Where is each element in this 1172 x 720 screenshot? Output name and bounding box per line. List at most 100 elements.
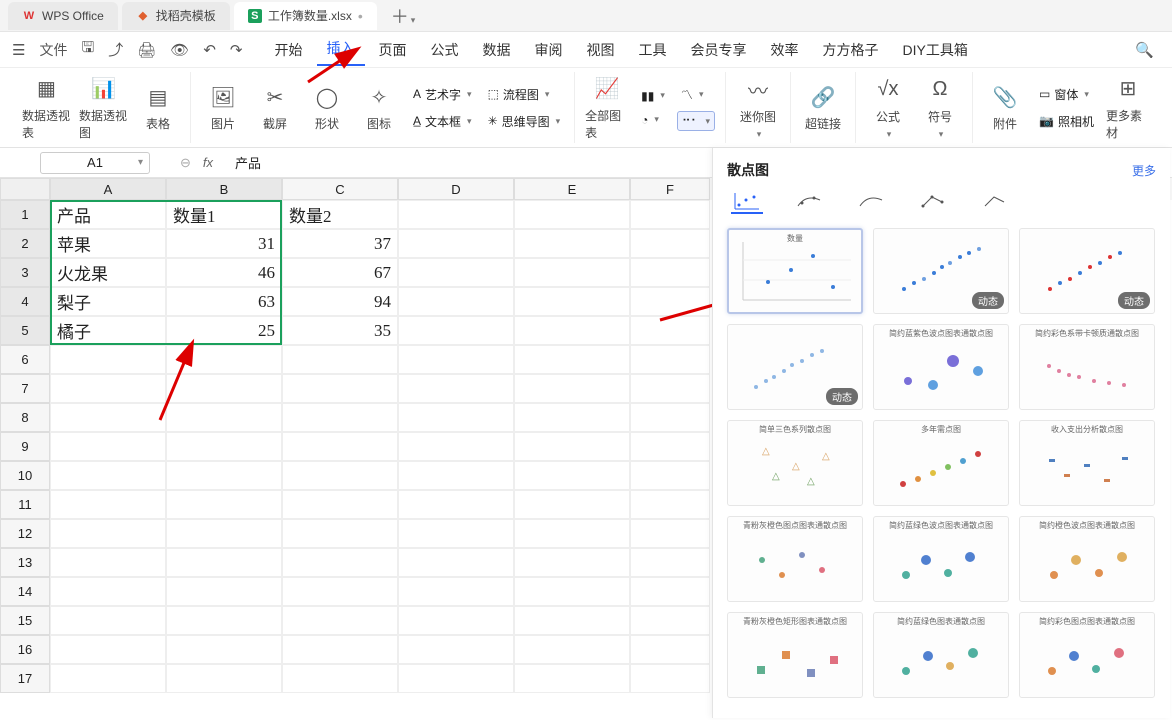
- cell[interactable]: [514, 316, 630, 345]
- cell[interactable]: [630, 403, 710, 432]
- cell[interactable]: [514, 635, 630, 664]
- window-button[interactable]: ▭窗体▾: [1035, 84, 1098, 105]
- scatter-thumb[interactable]: 青粉灰橙色图点图表通散点图: [727, 516, 863, 602]
- cell[interactable]: [514, 345, 630, 374]
- save-icon[interactable]: 🖫: [81, 37, 94, 62]
- cell[interactable]: [282, 519, 398, 548]
- cell[interactable]: 37: [282, 229, 398, 258]
- row-header[interactable]: 5: [0, 316, 50, 345]
- row-header[interactable]: 3: [0, 258, 50, 287]
- cell[interactable]: [282, 577, 398, 606]
- cell[interactable]: [166, 664, 282, 693]
- menu-formula[interactable]: 公式: [421, 36, 469, 64]
- textbox-button[interactable]: A̲文本框▾: [409, 111, 476, 132]
- cell[interactable]: 数量1: [166, 200, 282, 229]
- flowchart-button[interactable]: ⬚流程图▾: [484, 84, 565, 105]
- menu-page[interactable]: 页面: [369, 36, 417, 64]
- row-header[interactable]: 17: [0, 664, 50, 693]
- cell[interactable]: 31: [166, 229, 282, 258]
- cell[interactable]: [50, 635, 166, 664]
- table-button[interactable]: ▤表格: [136, 83, 180, 132]
- cell[interactable]: [166, 635, 282, 664]
- cell[interactable]: 25: [166, 316, 282, 345]
- cell[interactable]: [514, 606, 630, 635]
- file-label[interactable]: 文件: [39, 40, 67, 60]
- cell[interactable]: [50, 606, 166, 635]
- cell[interactable]: [166, 432, 282, 461]
- row-header[interactable]: 10: [0, 461, 50, 490]
- menu-data[interactable]: 数据: [473, 36, 521, 64]
- cell[interactable]: [630, 664, 710, 693]
- scatter-thumb[interactable]: 简单三色系列散点图△△△△△: [727, 420, 863, 506]
- cell[interactable]: 橘子: [50, 316, 166, 345]
- cell[interactable]: [398, 461, 514, 490]
- row-header[interactable]: 9: [0, 432, 50, 461]
- cell[interactable]: 46: [166, 258, 282, 287]
- cell[interactable]: [514, 577, 630, 606]
- cell[interactable]: [166, 519, 282, 548]
- row-header[interactable]: 4: [0, 287, 50, 316]
- cell[interactable]: [398, 664, 514, 693]
- cell[interactable]: [50, 577, 166, 606]
- col-header-F[interactable]: F: [630, 178, 710, 200]
- row-header[interactable]: 14: [0, 577, 50, 606]
- title-tab-workbook[interactable]: S 工作簿数量.xlsx •: [234, 2, 377, 30]
- pivot-table-button[interactable]: ▦数据透视表: [22, 75, 71, 141]
- scatter-thumb[interactable]: 简约彩色图点图表通散点图: [1019, 612, 1155, 698]
- attachment-button[interactable]: 📎附件: [983, 83, 1027, 132]
- cell[interactable]: [50, 490, 166, 519]
- fx-icon[interactable]: fx: [203, 155, 213, 170]
- cell[interactable]: [630, 229, 710, 258]
- cell[interactable]: [514, 548, 630, 577]
- menu-ffgz[interactable]: 方方格子: [813, 36, 889, 64]
- title-tab-template[interactable]: ◆ 找稻壳模板: [122, 2, 230, 30]
- menu-diy[interactable]: DIY工具箱: [893, 36, 978, 64]
- cell[interactable]: [630, 548, 710, 577]
- select-all-corner[interactable]: [0, 178, 50, 200]
- cell[interactable]: [282, 403, 398, 432]
- row-header[interactable]: 12: [0, 519, 50, 548]
- cell[interactable]: [50, 432, 166, 461]
- line-chart-button[interactable]: 〽▾: [677, 84, 715, 105]
- cell[interactable]: 数量2: [282, 200, 398, 229]
- menu-view[interactable]: 视图: [577, 36, 625, 64]
- row-header[interactable]: 13: [0, 548, 50, 577]
- name-box[interactable]: A1 ▾: [40, 152, 150, 174]
- cell[interactable]: [514, 490, 630, 519]
- row-header[interactable]: 15: [0, 606, 50, 635]
- scatter-basic-icon[interactable]: [731, 190, 763, 214]
- cell[interactable]: [398, 490, 514, 519]
- cell[interactable]: [282, 548, 398, 577]
- scatter-line-marker-icon[interactable]: [917, 190, 949, 214]
- row-header[interactable]: 11: [0, 490, 50, 519]
- cell[interactable]: 苹果: [50, 229, 166, 258]
- scatter-thumb[interactable]: 动态: [1019, 228, 1155, 314]
- col-header-B[interactable]: B: [166, 178, 282, 200]
- cell[interactable]: 94: [282, 287, 398, 316]
- row-header[interactable]: 2: [0, 229, 50, 258]
- mindmap-button[interactable]: ✳思维导图▾: [484, 111, 565, 132]
- cell[interactable]: [514, 432, 630, 461]
- cell[interactable]: [50, 374, 166, 403]
- scatter-thumb[interactable]: 多年需点图: [873, 420, 1009, 506]
- sparkline-button[interactable]: 〰迷你图▾: [736, 76, 780, 140]
- cell[interactable]: [398, 432, 514, 461]
- menu-member[interactable]: 会员专享: [681, 36, 757, 64]
- cell[interactable]: [50, 403, 166, 432]
- cell[interactable]: [50, 519, 166, 548]
- scatter-thumb[interactable]: 动态: [873, 228, 1009, 314]
- equation-button[interactable]: √x公式▾: [866, 76, 910, 140]
- column-chart-button[interactable]: ▮▮▾: [637, 87, 669, 105]
- cell[interactable]: [398, 229, 514, 258]
- scatter-thumb[interactable]: 简约蓝绿色波点图表通散点图: [873, 516, 1009, 602]
- row-header[interactable]: 6: [0, 345, 50, 374]
- scatter-thumb[interactable]: 简约蓝紫色波点图表通散点图: [873, 324, 1009, 410]
- cell[interactable]: [630, 432, 710, 461]
- cell[interactable]: [398, 403, 514, 432]
- cell[interactable]: [630, 635, 710, 664]
- scatter-thumb[interactable]: 收入支出分析散点图: [1019, 420, 1155, 506]
- cell[interactable]: [398, 316, 514, 345]
- cell[interactable]: [50, 548, 166, 577]
- cell[interactable]: [398, 606, 514, 635]
- cell[interactable]: [630, 316, 710, 345]
